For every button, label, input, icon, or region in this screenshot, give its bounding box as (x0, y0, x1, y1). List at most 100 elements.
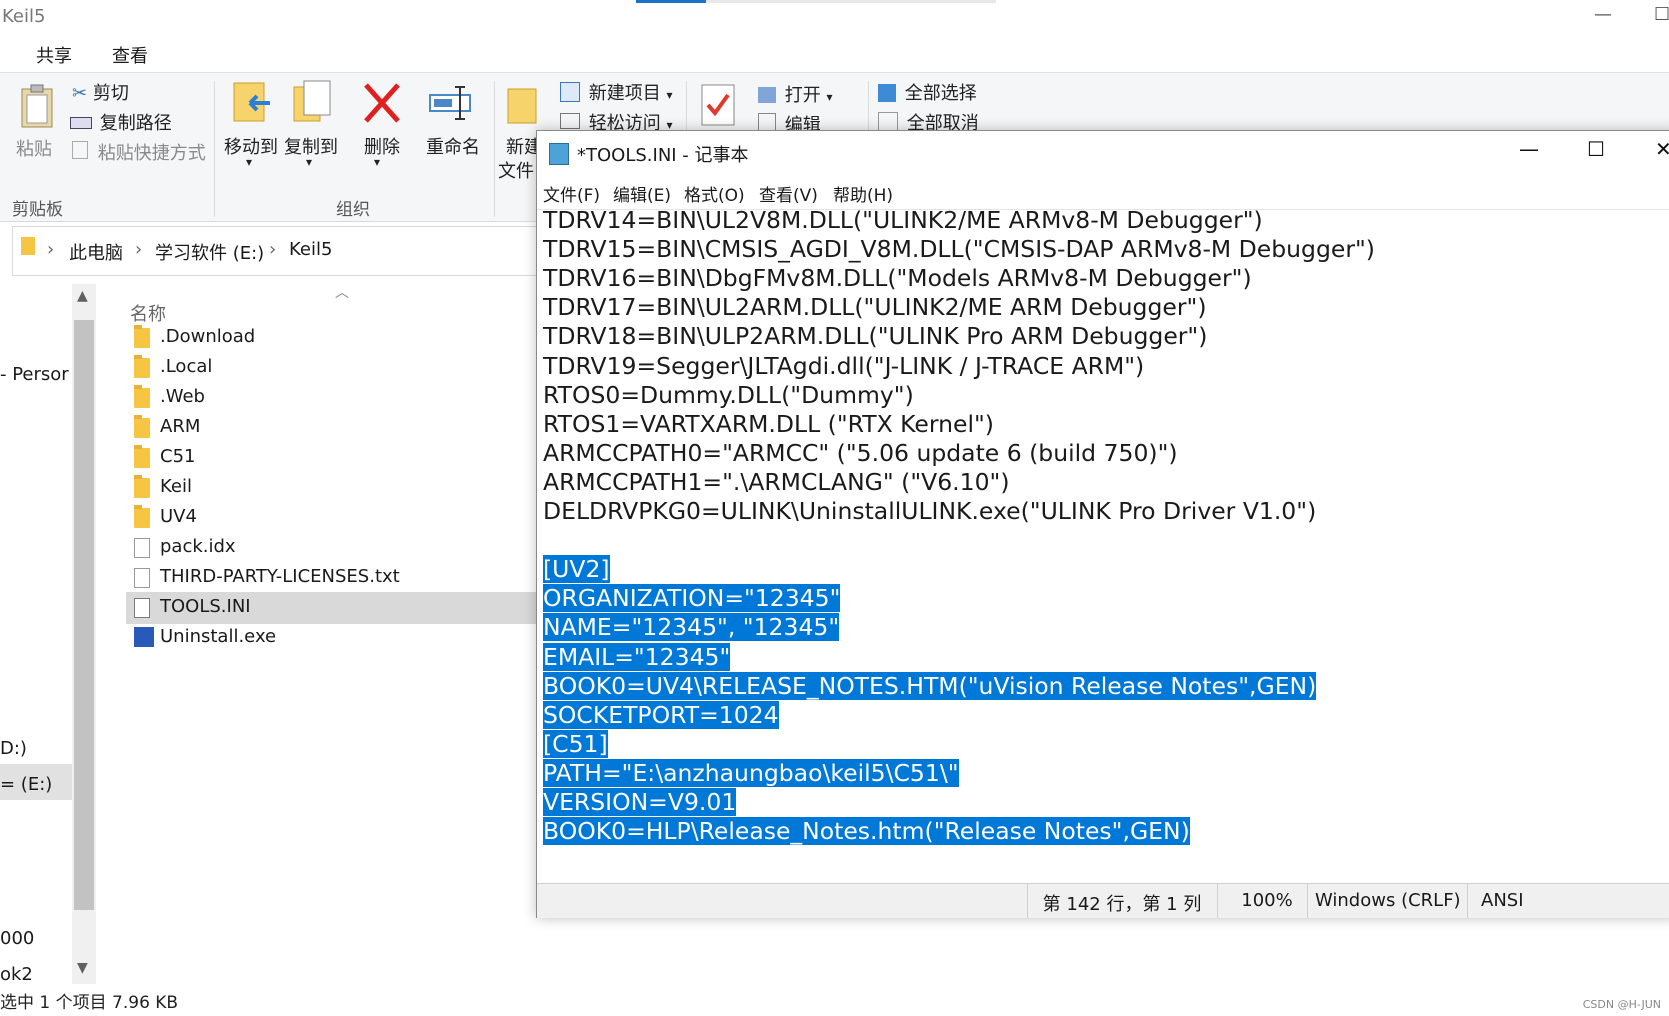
text-line-content: TDRV19=Segger\JLTAgdi.dll("J-LINK / J-TR… (543, 351, 1145, 380)
text-line-content: DELDRVPKG0=ULINK\UninstallULINK.exe("ULI… (543, 497, 1317, 525)
menu-view[interactable]: 查看(V) (759, 181, 818, 206)
file-row[interactable]: pack.idx (126, 532, 546, 564)
file-row[interactable]: C51 (126, 442, 546, 474)
file-name: .Download (160, 326, 256, 347)
scroll-down-icon[interactable]: ▼ (77, 960, 88, 976)
new-item-button[interactable]: 新建项目 ▾ (560, 79, 673, 105)
minimize-button[interactable]: — (1594, 4, 1612, 25)
scroll-up-icon[interactable]: ▲ (77, 288, 88, 304)
menu-format[interactable]: 格式(O) (684, 181, 745, 206)
file-icon (134, 568, 150, 588)
select-all-button[interactable]: 全部选择 (878, 79, 977, 105)
rename-label: 重命名 (426, 137, 480, 158)
file-row[interactable]: THIRD-PARTY-LICENSES.txt (126, 562, 546, 594)
text-line: TDRV19=Segger\JLTAgdi.dll("J-LINK / J-TR… (543, 351, 1144, 382)
nav-item-drive-d[interactable]: D:) (0, 738, 27, 759)
paste-shortcut-icon (72, 141, 88, 159)
edit-icon (758, 113, 776, 131)
file-row[interactable]: ARM (126, 412, 546, 444)
text-line-content: BOOK0=UV4\RELEASE_NOTES.HTM("uVision Rel… (543, 671, 1317, 700)
exe-icon (134, 627, 154, 647)
notepad-icon (549, 143, 569, 165)
file-row[interactable]: .Web (126, 382, 546, 414)
file-row[interactable]: Keil (126, 472, 546, 504)
breadcrumb-pc[interactable]: 此电脑 (69, 239, 123, 265)
explorer-title: Keil5 (2, 6, 46, 27)
minimize-button[interactable]: — (1519, 137, 1539, 161)
file-name: Uninstall.exe (160, 626, 277, 647)
tab-share[interactable]: 共享 (36, 42, 72, 68)
maximize-button[interactable]: ☐ (1587, 137, 1605, 161)
copy-path-button[interactable]: 复制路径 (70, 109, 172, 135)
cut-button[interactable]: ✂ 剪切 (72, 79, 129, 105)
clipboard-group-label: 剪贴板 (12, 200, 63, 220)
ribbon-separator (494, 81, 495, 217)
file-name: .Local (160, 356, 213, 377)
status-position: 第 142 行，第 1 列 (1042, 894, 1202, 915)
folder-icon (134, 385, 150, 408)
text-line: EMAIL="12345" (543, 642, 731, 673)
chevron-down-icon: ▾ (666, 88, 673, 102)
chevron-right-icon: › (47, 239, 55, 260)
open-label: 打开 (784, 85, 821, 106)
file-name: C51 (160, 446, 196, 467)
text-line: ARMCCPATH1=".\ARMCLANG" ("V6.10") (543, 467, 1010, 498)
menu-file[interactable]: 文件(F) (543, 181, 600, 206)
scissors-icon: ✂ (72, 83, 88, 104)
scroll-thumb[interactable] (74, 320, 94, 910)
properties-check-icon (701, 84, 735, 126)
move-to-icon (233, 82, 270, 122)
status-divider (1217, 884, 1218, 918)
copy-to-button[interactable]: 复制到 ▾ (284, 79, 340, 189)
text-line-content: TDRV14=BIN\UL2V8M.DLL("ULINK2/ME ARMv8-M… (543, 209, 1263, 234)
status-line-ending: Windows (CRLF) (1315, 890, 1461, 911)
menu-help[interactable]: 帮助(H) (833, 181, 893, 206)
nav-item-ok2[interactable]: ok2 (0, 964, 33, 982)
watermark: CSDN @H-JUN (1582, 998, 1661, 1011)
restore-button[interactable]: ☐ (1654, 4, 1669, 25)
paste-shortcut-button[interactable]: 粘贴快捷方式 (72, 139, 206, 165)
nav-scrollbar[interactable]: ▲ ▼ (72, 284, 96, 984)
folder-icon (134, 415, 150, 438)
nav-item-onedrive[interactable]: - Persor (0, 364, 69, 385)
file-row[interactable]: .Download (126, 322, 546, 354)
file-name: THIRD-PARTY-LICENSES.txt (160, 566, 400, 587)
open-button[interactable]: 打开 ▾ (758, 81, 833, 107)
new-item-icon (560, 82, 580, 102)
menu-edit[interactable]: 编辑(E) (613, 181, 671, 206)
file-row[interactable]: UV4 (126, 502, 546, 534)
file-row[interactable]: Uninstall.exe (126, 622, 546, 654)
tab-view[interactable]: 查看 (112, 42, 148, 68)
notepad-menu-bar: 文件(F) 编辑(E) 格式(O) 查看(V) 帮助(H) (537, 173, 1669, 210)
text-line: PATH="E:\anzhaungbao\keil5\C51\" (543, 758, 959, 789)
status-zoom: 100% (1241, 890, 1293, 911)
breadcrumb-folder[interactable]: Keil5 (289, 239, 332, 260)
text-line: BOOK0=HLP\Release_Notes.htm("Release Not… (543, 816, 1190, 847)
delete-button[interactable]: 删除 ▾ (360, 79, 404, 189)
close-button[interactable]: ✕ (1655, 137, 1669, 161)
text-line: VERSION=V9.01 (543, 787, 737, 818)
paste-button[interactable]: 粘贴 (16, 81, 58, 161)
nav-item-000[interactable]: 000 (0, 928, 34, 949)
easy-access-icon (560, 113, 580, 129)
text-line-content: ORGANIZATION="12345" (543, 584, 841, 613)
breadcrumb-drive[interactable]: 学习软件 (E:) (155, 239, 264, 265)
file-row[interactable]: TOOLS.INI (126, 592, 546, 624)
nav-item-drive-e[interactable]: = (E:) (0, 774, 52, 795)
file-name: Keil (160, 476, 192, 497)
new-folder-button[interactable]: 新建 文件 (498, 81, 542, 191)
ribbon-tabs: 共享 查看 (0, 36, 1669, 72)
folder-icon (134, 445, 150, 468)
move-to-button[interactable]: 移动到 ▾ (224, 79, 280, 189)
text-line: NAME="12345", "12345" (543, 612, 840, 643)
text-line-content: [C51] (543, 729, 608, 758)
new-label-bottom: 文件 (498, 161, 534, 182)
sort-up-icon: ︿ (335, 285, 349, 301)
file-row[interactable]: .Local (126, 352, 546, 384)
rename-button[interactable]: 重命名 (420, 79, 482, 189)
notepad-text-area[interactable]: TDRV14=BIN\UL2V8M.DLL("ULINK2/ME ARMv8-M… (537, 209, 1669, 883)
file-name: .Web (160, 386, 205, 407)
chevron-right-icon: › (135, 239, 143, 260)
paste-label: 粘贴 (16, 139, 52, 160)
select-none-icon (878, 112, 898, 132)
